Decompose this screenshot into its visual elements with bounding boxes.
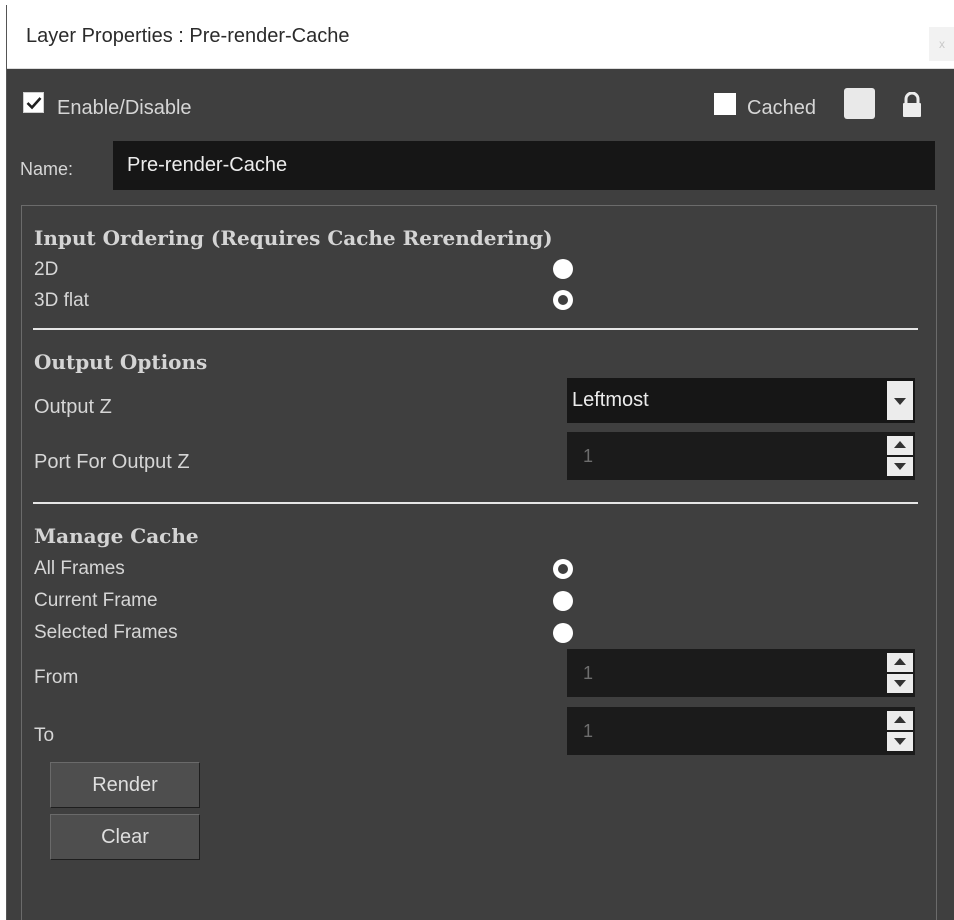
manage-cache-title: Manage Cache — [34, 524, 199, 548]
all-frames-radio[interactable] — [553, 559, 573, 579]
from-spinner[interactable]: 1 — [567, 649, 915, 697]
port-for-output-z-label: Port For Output Z — [34, 451, 190, 473]
lock-icon[interactable] — [900, 92, 924, 118]
spin-up-icon[interactable] — [887, 653, 913, 672]
enable-label: Enable/Disable — [57, 97, 192, 119]
to-label: To — [34, 725, 55, 746]
from-label: From — [34, 667, 79, 688]
color-swatch-button[interactable] — [844, 88, 875, 119]
cached-checkbox[interactable] — [714, 93, 736, 115]
current-frame-radio[interactable] — [553, 591, 573, 611]
output-z-dropdown[interactable]: Leftmost — [567, 378, 915, 423]
enable-checkbox[interactable] — [23, 92, 44, 113]
output-options-title: Output Options — [34, 350, 208, 374]
from-value: 1 — [583, 663, 594, 683]
to-value: 1 — [583, 721, 594, 741]
to-spinner[interactable]: 1 — [567, 707, 915, 755]
port-for-output-z-spinner[interactable]: 1 — [567, 432, 915, 480]
chevron-down-icon[interactable] — [887, 381, 913, 420]
properties-panel — [21, 205, 937, 920]
input-ordering-title: Input Ordering (Requires Cache Rerenderi… — [34, 226, 553, 250]
render-button[interactable]: Render — [50, 762, 200, 808]
selected-frames-label: Selected Frames — [34, 622, 178, 643]
clear-button[interactable]: Clear — [50, 814, 200, 860]
port-for-output-z-value: 1 — [583, 446, 594, 466]
name-label: Name: — [20, 159, 74, 179]
checkmark-icon — [26, 97, 42, 110]
spin-down-icon[interactable] — [887, 674, 913, 693]
output-z-label: Output Z — [34, 396, 112, 418]
spin-up-icon[interactable] — [887, 436, 913, 455]
window-title: Layer Properties : Pre-render-Cache — [26, 25, 350, 47]
input-option-2d-radio[interactable] — [553, 259, 573, 279]
output-z-value: Leftmost — [572, 389, 649, 411]
spin-down-icon[interactable] — [887, 732, 913, 751]
input-option-2d-label: 2D — [34, 259, 59, 280]
close-button[interactable]: x — [929, 27, 954, 61]
current-frame-label: Current Frame — [34, 590, 158, 611]
name-input[interactable]: Pre-render-Cache — [113, 141, 935, 190]
cached-label: Cached — [747, 97, 816, 119]
separator — [33, 502, 918, 504]
input-option-3d-flat-radio[interactable] — [553, 290, 573, 310]
spin-down-icon[interactable] — [887, 457, 913, 476]
selected-frames-radio[interactable] — [553, 623, 573, 643]
separator — [33, 328, 918, 330]
title-bar: Layer Properties : Pre-render-Cache x — [7, 5, 954, 69]
spin-up-icon[interactable] — [887, 711, 913, 730]
all-frames-label: All Frames — [34, 558, 125, 579]
input-option-3d-flat-label: 3D flat — [34, 290, 89, 311]
